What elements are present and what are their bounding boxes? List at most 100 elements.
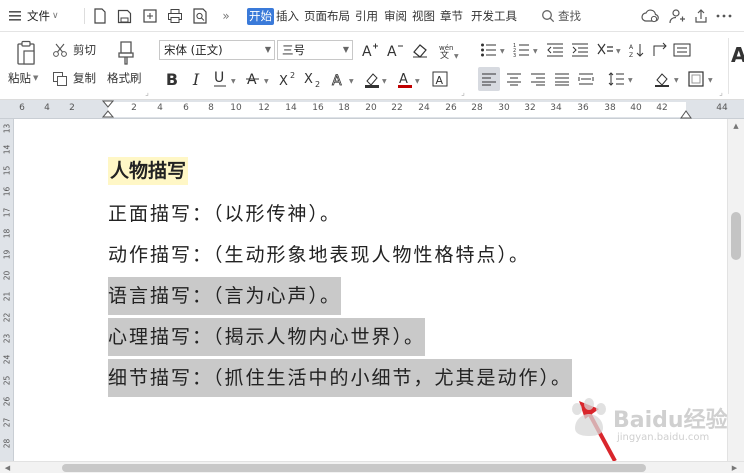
paragraph-settings-icon[interactable] xyxy=(672,40,692,60)
svg-text:A: A xyxy=(332,73,342,88)
format-painter-icon[interactable] xyxy=(112,38,140,68)
borders-icon[interactable]: ▼ xyxy=(687,68,717,90)
ruler-number: 4 xyxy=(157,103,163,113)
tab-home[interactable]: 开始 xyxy=(247,8,274,25)
highlight-button[interactable]: ▼ xyxy=(363,68,391,90)
chevron-down-icon: ▼ xyxy=(264,45,271,54)
svg-text:文: 文 xyxy=(440,49,449,59)
ruler-number: 20 xyxy=(2,270,12,281)
document-line: 正面描写：（以形传神）。 xyxy=(108,203,342,225)
decrease-indent-icon[interactable] xyxy=(545,40,565,60)
cut-label: 剪切 xyxy=(73,43,96,57)
chinese-layout-icon[interactable]: ▼ xyxy=(595,40,625,60)
ruler-number: 19 xyxy=(2,249,12,260)
font-color-button[interactable]: A ▼ xyxy=(396,68,424,90)
cloud-sync-icon[interactable] xyxy=(640,6,662,26)
cut-button[interactable]: 剪切 xyxy=(52,42,96,58)
shading-icon[interactable]: ▼ xyxy=(653,68,683,90)
dialog-launcher-icon[interactable]: ⌟ xyxy=(143,88,151,97)
horizontal-scrollbar[interactable]: ◀ ▶ xyxy=(0,461,744,473)
svg-text:A: A xyxy=(629,44,634,51)
file-menu[interactable]: 文件 ∨ xyxy=(8,0,59,32)
ruler-number: 30 xyxy=(498,103,510,113)
ruler-number: 13 xyxy=(2,123,12,134)
svg-text:▼: ▼ xyxy=(454,53,459,59)
numbered-list-icon[interactable]: 1 2 3 ▼ xyxy=(512,40,542,60)
collaborate-icon[interactable] xyxy=(667,6,687,26)
dialog-launcher-icon[interactable]: ⌟ xyxy=(459,88,467,97)
ribbon-toolbar: 粘贴 ▼ 剪切 复制 格式刷 ⌟ 宋体 (正文) ▼ 三号 ▼ A A wén 文… xyxy=(0,32,744,100)
chevron-down-icon: ▼ xyxy=(342,45,349,54)
clear-format-icon[interactable] xyxy=(411,40,429,60)
ruler-number: 26 xyxy=(2,396,12,407)
ruler-number: 17 xyxy=(2,207,12,218)
indent-marker-icon[interactable] xyxy=(102,100,114,119)
bold-button[interactable]: B xyxy=(163,68,181,90)
selected-line: 细节描写：（抓住生活中的小细节，尤其是动作）。 xyxy=(108,359,573,397)
tab-page-layout[interactable]: 页面布局 xyxy=(304,8,350,25)
underline-button[interactable]: U ▼ xyxy=(211,68,241,90)
strikethrough-button[interactable]: A ▼ xyxy=(245,68,273,90)
more-options-icon[interactable] xyxy=(714,6,734,26)
align-center-icon[interactable] xyxy=(504,68,524,90)
ruler-number: 25 xyxy=(2,375,12,386)
share-icon[interactable] xyxy=(691,6,711,26)
ruler-number: 24 xyxy=(2,354,12,365)
scroll-up-icon[interactable]: ▲ xyxy=(731,121,741,131)
distributed-align-icon[interactable] xyxy=(576,68,596,90)
show-marks-icon[interactable] xyxy=(651,40,669,60)
character-border-button[interactable]: A xyxy=(430,68,450,90)
right-indent-marker-icon[interactable] xyxy=(680,105,692,119)
text-effects-button[interactable]: A ▼ xyxy=(330,68,358,90)
svg-text:3: 3 xyxy=(513,53,516,58)
horizontal-scroll-thumb[interactable] xyxy=(62,464,646,472)
save-icon[interactable] xyxy=(116,8,132,24)
italic-button[interactable]: I xyxy=(187,68,205,90)
align-right-icon[interactable] xyxy=(528,68,548,90)
tab-review[interactable]: 审阅 xyxy=(384,8,407,25)
ruler-number: 20 xyxy=(365,103,377,113)
line-spacing-icon[interactable]: ▼ xyxy=(607,68,637,90)
subscript-button[interactable]: X2 xyxy=(303,68,325,90)
clipboard-icon[interactable] xyxy=(12,38,40,68)
font-name-value: 宋体 (正文) xyxy=(164,43,223,57)
format-painter-label[interactable]: 格式刷 xyxy=(107,70,142,86)
search-box[interactable]: 查找 xyxy=(541,0,581,32)
justify-icon[interactable] xyxy=(552,68,572,90)
print-icon[interactable] xyxy=(167,8,183,24)
tab-developer[interactable]: 开发工具 xyxy=(471,8,517,25)
vertical-scroll-thumb[interactable] xyxy=(731,212,741,260)
menu-bar: 文件 ∨ » 开始 插入 页面布局 引用 审阅 视图 章节 开发工具 查找 xyxy=(0,0,744,32)
search-label: 查找 xyxy=(558,9,581,23)
ruler-number: 22 xyxy=(2,312,12,323)
tab-view[interactable]: 视图 xyxy=(412,8,435,25)
phonetic-guide-icon[interactable]: wén 文 ▼ xyxy=(435,40,463,60)
tab-insert[interactable]: 插入 xyxy=(276,8,299,25)
selected-line: 心理描写：（揭示人物内心世界）。 xyxy=(108,318,426,356)
increase-font-size-icon[interactable]: A xyxy=(361,40,379,60)
tab-references[interactable]: 引用 xyxy=(355,8,378,25)
export-pdf-icon[interactable] xyxy=(142,8,158,24)
scroll-right-icon[interactable]: ▶ xyxy=(730,463,739,473)
tab-section[interactable]: 章节 xyxy=(440,8,463,25)
svg-text:X: X xyxy=(304,72,313,87)
new-document-icon[interactable] xyxy=(92,8,108,24)
font-size-select[interactable]: 三号 ▼ xyxy=(277,40,353,60)
copy-button[interactable]: 复制 xyxy=(52,70,96,86)
bullet-list-icon[interactable]: ▼ xyxy=(479,40,509,60)
paste-button[interactable]: 粘贴 ▼ xyxy=(8,70,38,86)
ruler-number: 21 xyxy=(2,291,12,302)
font-name-select[interactable]: 宋体 (正文) ▼ xyxy=(159,40,275,60)
decrease-font-size-icon[interactable]: A xyxy=(386,40,404,60)
styles-preview-label[interactable]: A xyxy=(731,42,744,68)
more-tools-icon[interactable]: » xyxy=(219,8,233,24)
align-left-icon[interactable] xyxy=(478,67,500,91)
sort-icon[interactable]: AZ xyxy=(628,40,646,60)
dialog-launcher-icon[interactable]: ⌟ xyxy=(717,88,725,97)
scroll-left-icon[interactable]: ◀ xyxy=(3,463,12,473)
vertical-scrollbar[interactable]: ▲ xyxy=(727,119,744,461)
increase-indent-icon[interactable] xyxy=(570,40,590,60)
superscript-button[interactable]: X2 xyxy=(278,68,300,90)
print-preview-icon[interactable] xyxy=(192,8,208,24)
ruler-number: 34 xyxy=(550,103,562,113)
